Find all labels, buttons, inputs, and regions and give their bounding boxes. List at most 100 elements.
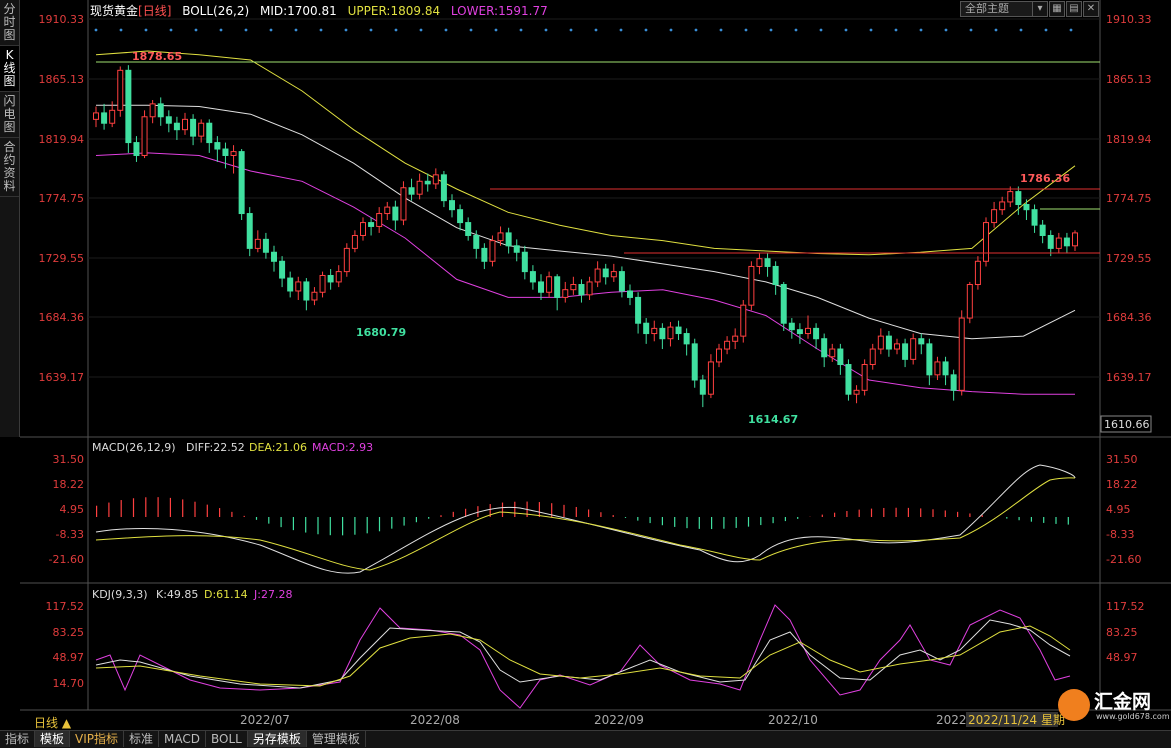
candle-body <box>765 259 770 267</box>
candle-body <box>992 210 997 223</box>
date-label: 2022/10 <box>768 713 818 727</box>
symbol-name: 现货黄金 <box>90 4 138 18</box>
tick-label: 1910.33 <box>39 13 85 26</box>
macd-bar <box>354 517 355 535</box>
candle-body <box>943 362 948 375</box>
candle-body <box>838 349 843 364</box>
macd-legend: MACD(26,12,9) DIFF:22.52 DEA:21.06 MACD:… <box>92 441 373 454</box>
marker-dot <box>895 29 898 32</box>
tab-macd[interactable]: MACD <box>159 731 206 747</box>
marker-dot <box>770 29 773 32</box>
tick-label: 1774.75 <box>39 192 85 205</box>
macd-bar <box>305 517 306 533</box>
chart-area[interactable]: 1910.33 1865.13 1819.94 1774.75 1729.55 … <box>0 0 1171 730</box>
marker-dot <box>1020 29 1023 32</box>
candle-body <box>215 143 220 149</box>
macd-bar <box>883 508 884 517</box>
candle-body <box>183 119 188 129</box>
price-axis-right: 1910.33 1865.13 1819.94 1774.75 1729.55 … <box>1106 13 1152 384</box>
candle-body <box>1016 192 1021 205</box>
timeframe-selector[interactable]: 日线 ▲ <box>34 714 71 731</box>
candle-body <box>1056 238 1061 248</box>
tick-label: 1774.75 <box>1106 192 1152 205</box>
annotation-high: 1786.36 <box>1020 172 1070 185</box>
tab-manage-templates[interactable]: 管理模板 <box>307 731 366 747</box>
tab-vip-indicators[interactable]: VIP指标 <box>70 731 124 747</box>
theme-dropdown[interactable]: 全部主题 <box>960 1 1034 17</box>
macd-bar <box>773 517 774 523</box>
candle-body <box>862 365 867 391</box>
tab-save-template[interactable]: 另存模板 <box>248 731 307 747</box>
macd-bar <box>108 503 109 517</box>
macd-bar <box>871 509 872 517</box>
macd-bar <box>379 517 380 531</box>
candle-body <box>692 344 697 380</box>
tick-label: 48.97 <box>1106 651 1138 664</box>
tick-label: 31.50 <box>1106 453 1138 466</box>
candle-body <box>458 210 463 223</box>
boll-mid: MID:1700.81 <box>260 4 337 18</box>
macd-bar <box>293 517 294 530</box>
macd-bar <box>982 515 983 517</box>
candle-body <box>231 152 236 156</box>
diff-line <box>96 465 1075 573</box>
candle-body <box>1008 192 1013 202</box>
tick-label: 18.22 <box>53 478 85 491</box>
macd-bar <box>822 515 823 517</box>
tab-templates[interactable]: 模板 <box>35 731 70 747</box>
macd-histogram <box>96 497 1069 535</box>
grid-icon[interactable]: ▦ <box>1049 1 1065 17</box>
candle-body <box>450 201 455 210</box>
candle-body <box>369 223 374 227</box>
tick-label: 14.70 <box>53 677 85 690</box>
macd-bar <box>194 502 195 517</box>
tick-label: 1729.55 <box>39 252 85 265</box>
macd-bar <box>133 498 134 517</box>
marker-dot <box>545 29 548 32</box>
candle-body <box>474 235 479 248</box>
macd-bar <box>723 517 724 529</box>
macd-bar <box>674 517 675 527</box>
candle-body <box>903 344 908 359</box>
tick-label: -8.33 <box>1106 528 1134 541</box>
candle-body <box>927 344 932 375</box>
tab-boll[interactable]: BOLL <box>206 731 248 747</box>
macd-bar <box>268 517 269 524</box>
candle-body <box>514 246 519 252</box>
layout-icon[interactable]: ▤ <box>1066 1 1082 17</box>
period-label: [日线] <box>138 4 171 18</box>
kdj-j: J:27.28 <box>253 588 292 601</box>
candle-body <box>1073 233 1078 246</box>
macd-bar <box>588 509 589 517</box>
macd-bar <box>367 517 368 533</box>
marker-dot <box>1070 29 1073 32</box>
candle-body <box>814 328 819 338</box>
macd-bar <box>711 517 712 529</box>
candle-body <box>1024 205 1029 210</box>
marker-dot <box>645 29 648 32</box>
marker-dot <box>245 29 248 32</box>
tab-indicators[interactable]: 指标 <box>0 731 35 747</box>
tab-standard[interactable]: 标准 <box>124 731 159 747</box>
candle-body <box>676 327 681 333</box>
marker-dot <box>795 29 798 32</box>
candle-body <box>854 390 859 394</box>
marker-dot <box>970 29 973 32</box>
candle-body <box>199 123 204 136</box>
candle-body <box>385 207 390 213</box>
close-icon[interactable]: ✕ <box>1083 1 1099 17</box>
macd-bar <box>969 513 970 517</box>
candle-body <box>174 123 179 129</box>
marker-dot <box>945 29 948 32</box>
tick-label: 48.97 <box>53 651 85 664</box>
marker-dot <box>870 29 873 32</box>
candle-body <box>733 336 738 341</box>
marker-dot <box>595 29 598 32</box>
macd-bar <box>404 517 405 526</box>
annotation-high: 1878.65 <box>132 50 182 63</box>
marker-dot <box>320 29 323 32</box>
macd-bar <box>1031 517 1032 522</box>
candle-body <box>328 275 333 281</box>
down-icon[interactable]: ▾ <box>1032 1 1048 17</box>
candle-body <box>773 266 778 284</box>
